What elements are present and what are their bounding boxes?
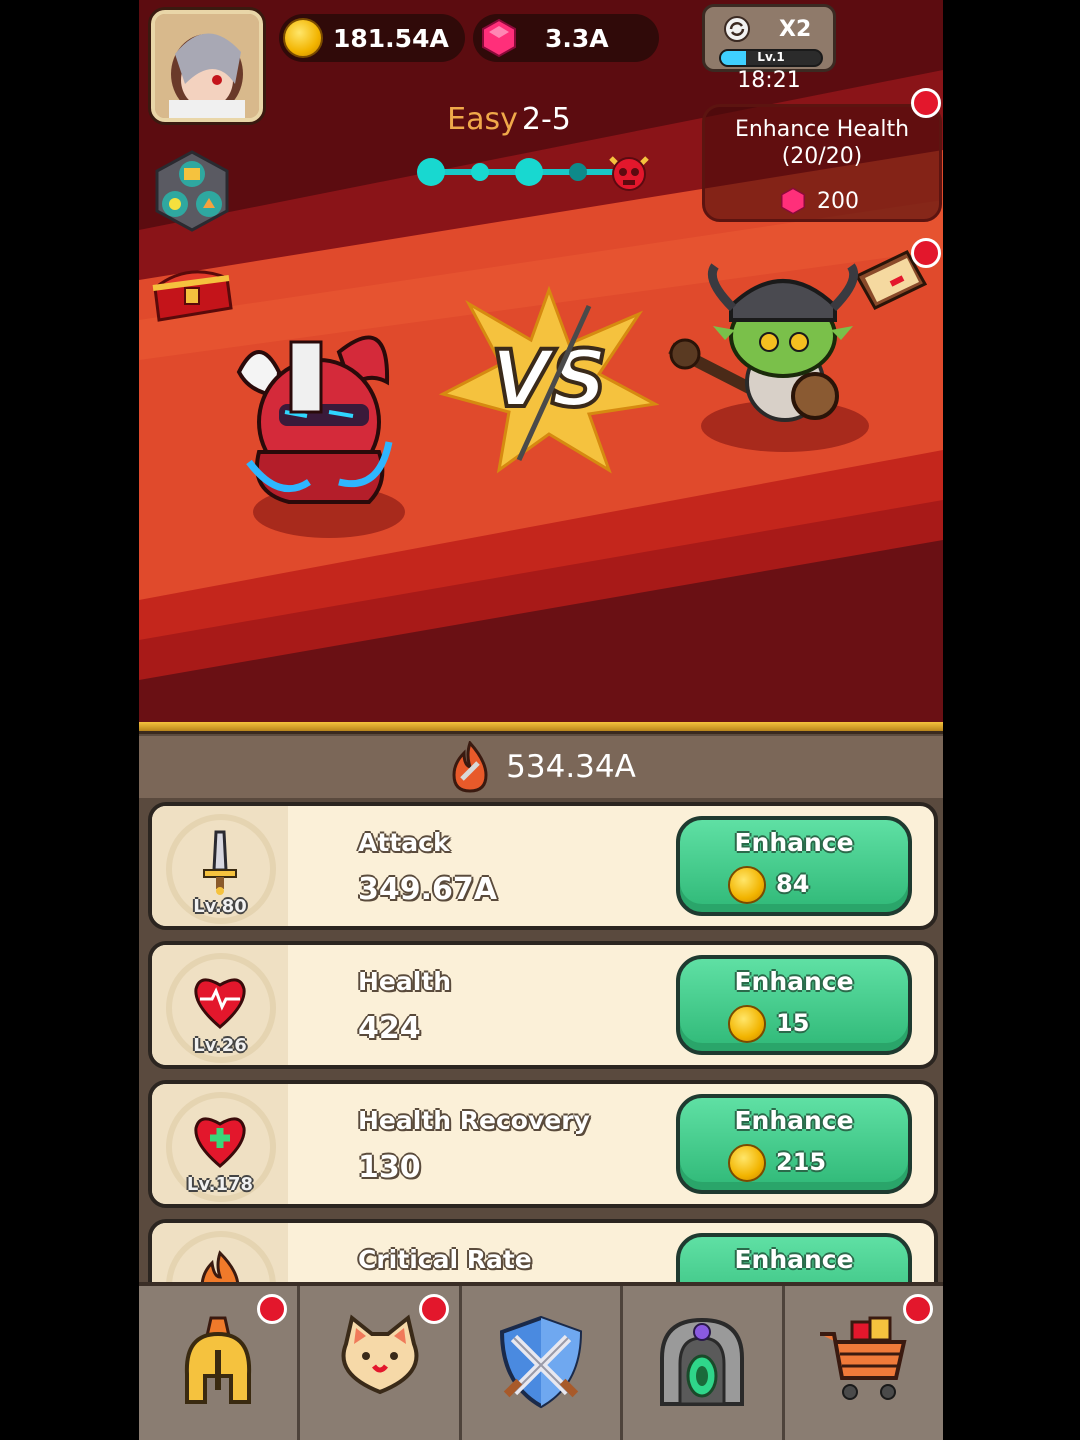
stage-progress-track: [417, 156, 649, 191]
stat-card-health: Lv.26 Health 424 Enhance 15: [148, 941, 938, 1069]
talent-hex-icon[interactable]: [155, 150, 229, 232]
stat-name: Critical Rate: [358, 1245, 532, 1274]
gem-icon: [482, 18, 516, 58]
heart-pulse-icon: [194, 978, 246, 1029]
nav-dungeon-button[interactable]: [623, 1286, 785, 1440]
versus-icon: VS: [439, 285, 659, 474]
speed-level: Lv.1: [757, 50, 785, 64]
helmet-icon: [185, 1316, 252, 1404]
gold-counter[interactable]: 181.54A: [279, 14, 465, 62]
battle-scene: 181.54A 3.3A X2 Lv.1 18:21 Easy 2-5 Enha…: [139, 0, 943, 726]
combat-power-bar: 534.34A: [139, 736, 943, 798]
stat-card-health-recovery: Lv.178 Health Recovery 130 Enhance 215: [148, 1080, 938, 1208]
panel-divider: [139, 722, 943, 734]
refresh-icon: [724, 16, 750, 42]
gold-coin-icon: [728, 866, 766, 904]
enhance-button[interactable]: Enhance 84: [676, 816, 912, 916]
stat-value: 424: [358, 1011, 421, 1046]
enhance-cost: 15: [776, 1009, 810, 1037]
stat-card-attack: Lv.80 Attack 349.67A Enhance 84: [148, 802, 938, 930]
quest-title: Enhance Health: [734, 117, 910, 142]
stage-checkpoint: [569, 163, 587, 181]
sword-icon: [203, 830, 237, 895]
svg-text:VS: VS: [491, 335, 608, 425]
flame-icon: [200, 1250, 240, 1282]
quest-progress: (20/20): [781, 144, 863, 169]
enhance-cost: 84: [776, 870, 810, 898]
stat-name: Health Recovery: [358, 1106, 590, 1135]
stage-difficulty: Easy: [447, 102, 518, 137]
enhance-label: Enhance: [734, 1106, 854, 1135]
player-avatar[interactable]: [151, 10, 263, 122]
cat-icon: [341, 1314, 419, 1395]
gold-coin-icon: [728, 1144, 766, 1182]
crossed-swords-shield-icon: [500, 1315, 583, 1409]
nav-pets-button[interactable]: [300, 1286, 462, 1440]
quest-notification-badge: [911, 88, 941, 118]
quest-reward: 200: [779, 187, 859, 215]
heart-plus-icon: [194, 1117, 246, 1168]
quest-panel[interactable]: Enhance Health (20/20) 200: [702, 104, 942, 222]
enhance-button[interactable]: Enhance 15: [676, 955, 912, 1055]
stat-value: 130: [358, 1150, 421, 1185]
stat-level: Lv.80: [193, 896, 247, 917]
stage-checkpoint: [417, 158, 445, 186]
enhance-cost: 215: [776, 1148, 827, 1176]
stats-panel: 534.34A Lv.80 Attack 349.67A Enhance 84 Lv.26…: [139, 722, 943, 1282]
speed-boost-button[interactable]: X2 Lv.1: [702, 4, 836, 72]
stage-title: Easy 2-5: [389, 102, 629, 137]
speed-level-bar: Lv.1: [719, 49, 823, 67]
enhance-label: Enhance: [734, 967, 854, 996]
gem-counter[interactable]: 3.3A: [473, 14, 659, 62]
game-screen: 181.54A 3.3A X2 Lv.1 18:21 Easy 2-5 Enha…: [139, 0, 943, 1440]
enhance-button[interactable]: Enhance 215: [676, 1094, 912, 1194]
stat-value: 349.67A: [358, 872, 497, 907]
enhance-label: Enhance: [734, 828, 854, 857]
stat-level: Lv.178: [186, 1174, 254, 1195]
gold-amount: 181.54A: [333, 23, 449, 53]
stage-checkpoint: [515, 158, 543, 186]
stage-number: 2-5: [521, 102, 571, 137]
stage-checkpoint: [471, 163, 489, 181]
stat-card-critical-rate: Critical Rate Enhance: [148, 1219, 938, 1282]
nav-battle-button[interactable]: [461, 1286, 624, 1440]
player-hero-icon: [236, 335, 405, 538]
goblin-enemy-icon: [668, 263, 869, 452]
quest-reward-amount: 200: [817, 188, 859, 214]
nav-shop-button[interactable]: [784, 1286, 943, 1440]
shopping-cart-icon: [819, 1316, 907, 1400]
enhance-label: Enhance: [734, 1245, 854, 1274]
stat-name: Health: [358, 967, 452, 996]
bottom-navigation: [139, 1282, 943, 1440]
stat-list[interactable]: Lv.80 Attack 349.67A Enhance 84 Lv.26 Health 42…: [139, 798, 943, 1282]
gem-icon: [781, 187, 805, 215]
stat-name: Attack: [358, 828, 450, 857]
gem-amount: 3.3A: [545, 23, 609, 53]
speed-timer: 18:21: [737, 68, 801, 93]
nav-pets-badge: [418, 1294, 449, 1324]
stat-level: Lv.26: [193, 1035, 247, 1056]
nav-shop-badge: [903, 1294, 934, 1324]
power-flame-icon: [452, 741, 488, 793]
portal-icon: [660, 1317, 745, 1406]
speed-multiplier: X2: [779, 17, 812, 42]
spellbook-notification-badge: [911, 238, 941, 268]
gold-coin-icon: [728, 1005, 766, 1043]
enhance-button[interactable]: Enhance: [676, 1233, 912, 1282]
boss-skull-icon: [609, 156, 649, 191]
combat-power-value: 534.34A: [506, 749, 636, 785]
gold-coin-icon: [283, 18, 323, 58]
avatar-portrait-icon: [155, 14, 259, 118]
nav-hero-badge: [257, 1294, 288, 1324]
nav-hero-button[interactable]: [139, 1286, 301, 1440]
